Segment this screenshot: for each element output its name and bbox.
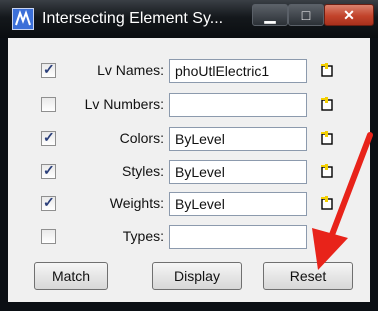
colors-label: Colors: — [119, 130, 164, 146]
display-button[interactable]: Display — [152, 262, 242, 290]
check-mark-icon: ✓ — [43, 194, 55, 210]
colors-checkbox[interactable]: ✓ — [41, 129, 56, 146]
maximize-button[interactable]: □ — [288, 4, 324, 26]
types-label: Types: — [122, 228, 164, 244]
pick-element-icon[interactable] — [320, 130, 334, 145]
window-title: Intersecting Element Sy... — [42, 10, 224, 27]
pick-element-icon[interactable] — [320, 163, 334, 178]
check-mark-icon: ✓ — [43, 162, 55, 178]
weights-checkbox[interactable]: ✓ — [41, 194, 56, 211]
types-field[interactable] — [169, 225, 307, 249]
row-lv-names: ✓ Lv Names: phoUtlElectric1 — [8, 58, 370, 86]
check-mark-icon: ✓ — [43, 129, 55, 145]
styles-field[interactable]: ByLevel — [169, 160, 307, 184]
app-icon — [12, 8, 34, 30]
match-button[interactable]: Match — [34, 262, 108, 290]
lv-names-field[interactable]: phoUtlElectric1 — [169, 59, 307, 83]
row-types: Types: — [8, 224, 370, 252]
pick-element-icon[interactable] — [320, 62, 334, 77]
minimize-icon: ▁ — [264, 7, 276, 23]
lv-numbers-field[interactable] — [169, 93, 307, 117]
dialog-window: Intersecting Element Sy... ▁ □ ✕ ✓ Lv Na… — [0, 0, 378, 311]
pick-element-icon[interactable] — [320, 96, 334, 111]
lv-numbers-checkbox[interactable] — [41, 97, 56, 112]
dialog-body: ✓ Lv Names: phoUtlElectric1 Lv Numbers: … — [8, 38, 370, 302]
row-colors: ✓ Colors: ByLevel — [8, 126, 370, 154]
colors-field[interactable]: ByLevel — [169, 127, 307, 151]
check-mark-icon: ✓ — [43, 61, 55, 77]
types-checkbox[interactable] — [41, 229, 56, 244]
weights-label: Weights: — [109, 195, 164, 211]
minimize-button[interactable]: ▁ — [252, 4, 288, 26]
lv-names-checkbox[interactable]: ✓ — [41, 61, 56, 78]
close-button[interactable]: ✕ — [324, 4, 374, 26]
title-bar[interactable]: Intersecting Element Sy... ▁ □ ✕ — [0, 0, 378, 38]
lv-numbers-label: Lv Numbers: — [84, 96, 164, 112]
weights-field[interactable]: ByLevel — [169, 192, 307, 216]
styles-label: Styles: — [121, 163, 164, 179]
row-styles: ✓ Styles: ByLevel — [8, 159, 370, 187]
reset-button[interactable]: Reset — [263, 262, 353, 290]
pick-element-icon[interactable] — [320, 195, 334, 210]
styles-checkbox[interactable]: ✓ — [41, 162, 56, 179]
close-icon: ✕ — [343, 7, 355, 23]
lv-names-label: Lv Names: — [97, 62, 164, 78]
row-lv-numbers: Lv Numbers: — [8, 92, 370, 120]
row-weights: ✓ Weights: ByLevel — [8, 191, 370, 219]
maximize-icon: □ — [301, 7, 311, 23]
